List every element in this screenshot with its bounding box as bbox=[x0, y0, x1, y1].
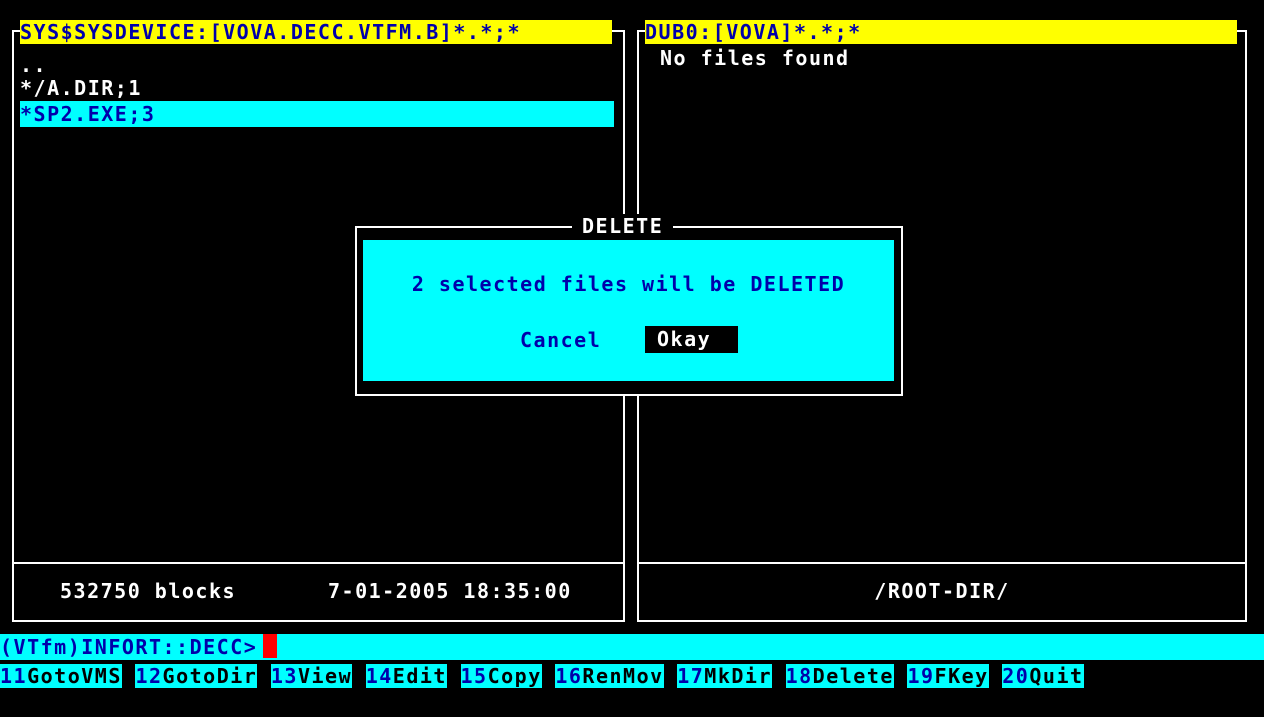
file-item-dir[interactable]: */A.DIR;1 bbox=[20, 76, 142, 100]
command-prompt: (VTfm)INFORT::DECC> bbox=[0, 635, 258, 659]
fkey-mkdir[interactable]: 17MkDir bbox=[677, 664, 773, 688]
fkey-view[interactable]: 13View bbox=[270, 664, 353, 688]
okay-button[interactable]: Okay bbox=[645, 326, 738, 353]
fkey-number: 12 bbox=[135, 664, 163, 688]
dialog-message: 2 selected files will be DELETED bbox=[411, 272, 846, 296]
fkey-label: Delete bbox=[812, 664, 894, 688]
fkey-fkey[interactable]: 19FKey bbox=[907, 664, 989, 688]
fkey-label: GotoVMS bbox=[27, 664, 122, 688]
fkey-number: 13 bbox=[270, 664, 298, 688]
left-panel-header[interactable]: SYS$SYSDEVICE:[VOVA.DECC.VTFM.B]*.*;* bbox=[20, 20, 612, 44]
left-status-datetime: 7-01-2005 18:35:00 bbox=[328, 579, 572, 603]
left-panel-divider bbox=[12, 562, 625, 564]
fkey-label: Quit bbox=[1029, 664, 1084, 688]
function-key-bar: 11GotoVMS 12GotoDir 13View 14Edit 15Copy… bbox=[0, 663, 1084, 689]
fkey-number: 11 bbox=[0, 664, 28, 688]
fkey-quit[interactable]: 20Quit bbox=[1002, 664, 1084, 688]
dialog-title: DELETE bbox=[572, 214, 674, 238]
fkey-copy[interactable]: 15Copy bbox=[460, 664, 542, 688]
file-item-parent[interactable]: .. bbox=[20, 53, 47, 77]
file-item-selected[interactable]: *SP2.EXE;3 bbox=[20, 101, 614, 127]
fkey-number: 20 bbox=[1002, 664, 1030, 688]
fkey-number: 19 bbox=[907, 664, 935, 688]
fkey-label: Edit bbox=[392, 664, 447, 688]
fkey-number: 17 bbox=[677, 664, 705, 688]
fkey-label: FKey bbox=[934, 664, 989, 688]
no-files-message: No files found bbox=[660, 46, 850, 70]
fkey-label: GotoDir bbox=[162, 664, 258, 688]
fkey-number: 15 bbox=[460, 664, 488, 688]
right-panel-header[interactable]: DUB0:[VOVA]*.*;* bbox=[645, 20, 1237, 44]
fkey-renmov[interactable]: 16RenMov bbox=[555, 664, 664, 688]
fkey-label: View bbox=[297, 664, 353, 688]
delete-dialog bbox=[363, 240, 894, 381]
fkey-number: 18 bbox=[785, 664, 813, 688]
fkey-number: 16 bbox=[555, 664, 583, 688]
fkey-label: RenMov bbox=[582, 664, 664, 688]
right-panel-divider bbox=[637, 562, 1247, 564]
fkey-label: Copy bbox=[487, 664, 542, 688]
fkey-delete[interactable]: 18Delete bbox=[785, 664, 894, 688]
cancel-button[interactable]: Cancel bbox=[520, 328, 601, 352]
fkey-gotovms[interactable]: 11GotoVMS bbox=[0, 664, 122, 688]
fkey-label: MkDir bbox=[704, 664, 773, 688]
text-cursor bbox=[263, 634, 278, 658]
fkey-edit[interactable]: 14Edit bbox=[365, 664, 447, 688]
command-line[interactable]: (VTfm)INFORT::DECC> bbox=[0, 634, 1264, 660]
left-status-blocks: 532750 blocks bbox=[60, 579, 237, 603]
fkey-gotodir[interactable]: 12GotoDir bbox=[135, 664, 258, 688]
fkey-number: 14 bbox=[365, 664, 393, 688]
right-status-dir: /ROOT-DIR/ bbox=[874, 579, 1010, 603]
